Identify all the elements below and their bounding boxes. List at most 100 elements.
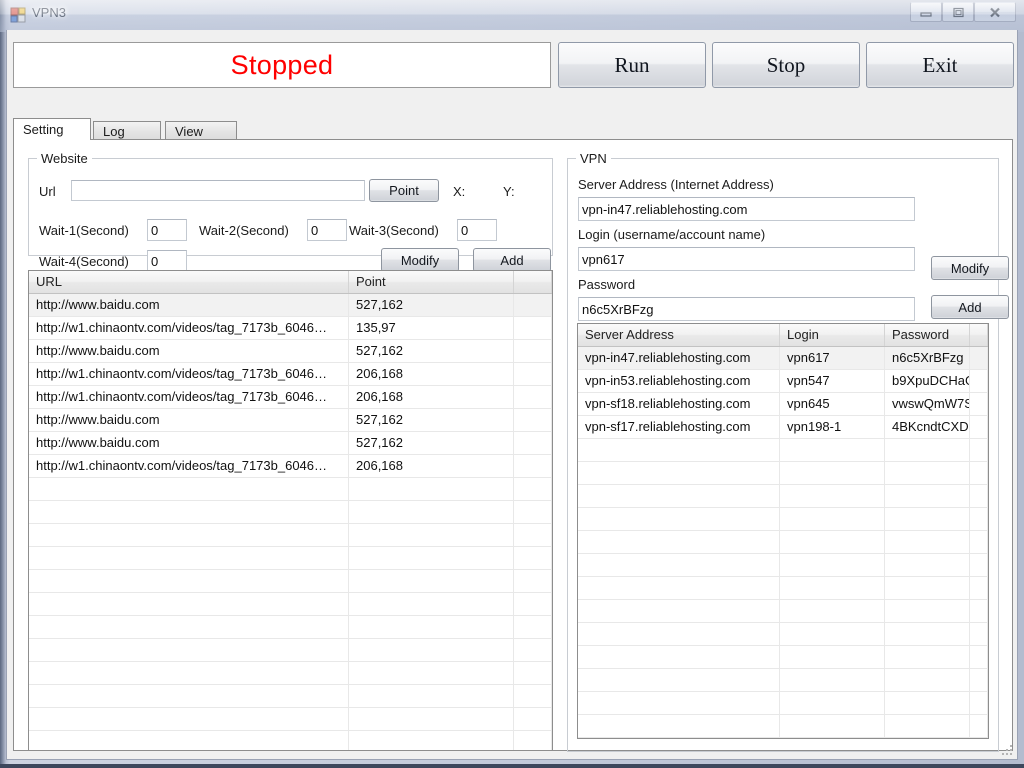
column-header[interactable]: Server Address — [578, 324, 780, 346]
table-cell[interactable] — [970, 462, 988, 484]
table-cell[interactable] — [780, 715, 885, 737]
table-cell[interactable] — [514, 731, 552, 750]
table-cell[interactable] — [780, 439, 885, 461]
table-cell[interactable] — [514, 616, 552, 638]
vpn-grid[interactable]: Server Address Login Password vpn-in47.rel… — [577, 323, 989, 739]
table-cell[interactable] — [780, 692, 885, 714]
table-cell[interactable] — [514, 386, 552, 408]
table-cell[interactable] — [578, 485, 780, 507]
table-row-empty[interactable] — [578, 577, 988, 600]
table-row-empty[interactable] — [29, 501, 552, 524]
table-cell[interactable] — [578, 554, 780, 576]
table-cell[interactable]: 4BKcndtCXD — [885, 416, 970, 438]
column-header[interactable]: Point — [349, 271, 514, 293]
column-header[interactable] — [514, 271, 552, 293]
add-vpn-button[interactable]: Add — [931, 295, 1009, 319]
table-row[interactable]: vpn-in53.reliablehosting.com vpn547 b9XpuD… — [578, 370, 988, 393]
table-cell[interactable] — [514, 524, 552, 546]
table-cell[interactable] — [29, 547, 349, 569]
tab-setting[interactable]: Setting — [13, 118, 91, 140]
table-cell[interactable]: http://www.baidu.com — [29, 340, 349, 362]
table-cell[interactable] — [349, 685, 514, 707]
table-row[interactable]: http://www.baidu.com 527,162 — [29, 294, 552, 317]
table-cell[interactable] — [29, 685, 349, 707]
table-cell[interactable]: http://w1.chinaontv.com/videos/tag_7173b… — [29, 363, 349, 385]
table-cell[interactable]: 206,168 — [349, 455, 514, 477]
table-row[interactable]: http://w1.chinaontv.com/videos/tag_7173b… — [29, 317, 552, 340]
table-cell[interactable] — [514, 685, 552, 707]
table-cell[interactable] — [349, 547, 514, 569]
table-cell[interactable] — [514, 409, 552, 431]
table-row-empty[interactable] — [29, 570, 552, 593]
url-input[interactable] — [71, 180, 365, 201]
table-cell[interactable] — [780, 485, 885, 507]
table-cell[interactable] — [578, 531, 780, 553]
table-cell[interactable] — [349, 593, 514, 615]
table-cell[interactable] — [885, 669, 970, 691]
table-cell[interactable] — [578, 646, 780, 668]
table-cell[interactable] — [514, 294, 552, 316]
table-cell[interactable] — [885, 462, 970, 484]
table-row-empty[interactable] — [29, 662, 552, 685]
table-cell[interactable] — [885, 646, 970, 668]
column-header[interactable] — [970, 324, 988, 346]
table-row-empty[interactable] — [578, 715, 988, 738]
table-cell[interactable] — [349, 524, 514, 546]
table-cell[interactable] — [970, 646, 988, 668]
table-cell[interactable]: http://www.baidu.com — [29, 294, 349, 316]
table-row-empty[interactable] — [29, 731, 552, 750]
table-row-empty[interactable] — [578, 439, 988, 462]
table-cell[interactable] — [780, 623, 885, 645]
table-cell[interactable]: http://www.baidu.com — [29, 409, 349, 431]
table-row[interactable]: vpn-in47.reliablehosting.com vpn617 n6c5Xr… — [578, 347, 988, 370]
table-cell[interactable] — [970, 577, 988, 599]
table-row[interactable]: http://www.baidu.com 527,162 — [29, 409, 552, 432]
table-cell[interactable] — [970, 508, 988, 530]
table-cell[interactable]: vwswQmW7SJ — [885, 393, 970, 415]
table-row[interactable]: http://www.baidu.com 527,162 — [29, 432, 552, 455]
run-button[interactable]: Run — [558, 42, 706, 88]
table-cell[interactable] — [970, 347, 988, 369]
table-cell[interactable] — [885, 577, 970, 599]
table-cell[interactable] — [514, 639, 552, 661]
table-cell[interactable] — [514, 570, 552, 592]
modify-vpn-button[interactable]: Modify — [931, 256, 1009, 280]
table-cell[interactable]: 527,162 — [349, 409, 514, 431]
wait2-input[interactable] — [307, 219, 347, 241]
table-cell[interactable] — [29, 731, 349, 750]
vpn-grid-body[interactable]: vpn-in47.reliablehosting.com vpn617 n6c5Xr… — [578, 347, 988, 738]
table-cell[interactable] — [885, 600, 970, 622]
table-cell[interactable] — [514, 547, 552, 569]
table-cell[interactable] — [514, 593, 552, 615]
table-cell[interactable]: 206,168 — [349, 386, 514, 408]
table-cell[interactable]: vpn-in53.reliablehosting.com — [578, 370, 780, 392]
table-cell[interactable]: 527,162 — [349, 432, 514, 454]
table-cell[interactable] — [970, 416, 988, 438]
maximize-button[interactable] — [942, 2, 974, 22]
table-cell[interactable]: b9XpuDCHaG — [885, 370, 970, 392]
table-cell[interactable] — [349, 478, 514, 500]
table-cell[interactable] — [29, 639, 349, 661]
table-cell[interactable] — [780, 554, 885, 576]
table-cell[interactable]: vpn645 — [780, 393, 885, 415]
table-row-empty[interactable] — [578, 485, 988, 508]
table-cell[interactable] — [970, 600, 988, 622]
resize-grip[interactable] — [1000, 743, 1014, 757]
table-cell[interactable] — [780, 600, 885, 622]
table-cell[interactable] — [578, 439, 780, 461]
table-cell[interactable] — [578, 508, 780, 530]
table-row-empty[interactable] — [29, 593, 552, 616]
table-cell[interactable]: vpn547 — [780, 370, 885, 392]
table-row-empty[interactable] — [29, 685, 552, 708]
table-cell[interactable] — [780, 462, 885, 484]
table-cell[interactable] — [970, 531, 988, 553]
table-cell[interactable] — [780, 646, 885, 668]
table-cell[interactable] — [885, 554, 970, 576]
table-cell[interactable] — [970, 715, 988, 737]
table-cell[interactable] — [578, 600, 780, 622]
table-row[interactable]: http://w1.chinaontv.com/videos/tag_7173b… — [29, 363, 552, 386]
table-row-empty[interactable] — [29, 547, 552, 570]
close-button[interactable] — [974, 2, 1016, 22]
table-row-empty[interactable] — [29, 616, 552, 639]
table-cell[interactable] — [780, 669, 885, 691]
